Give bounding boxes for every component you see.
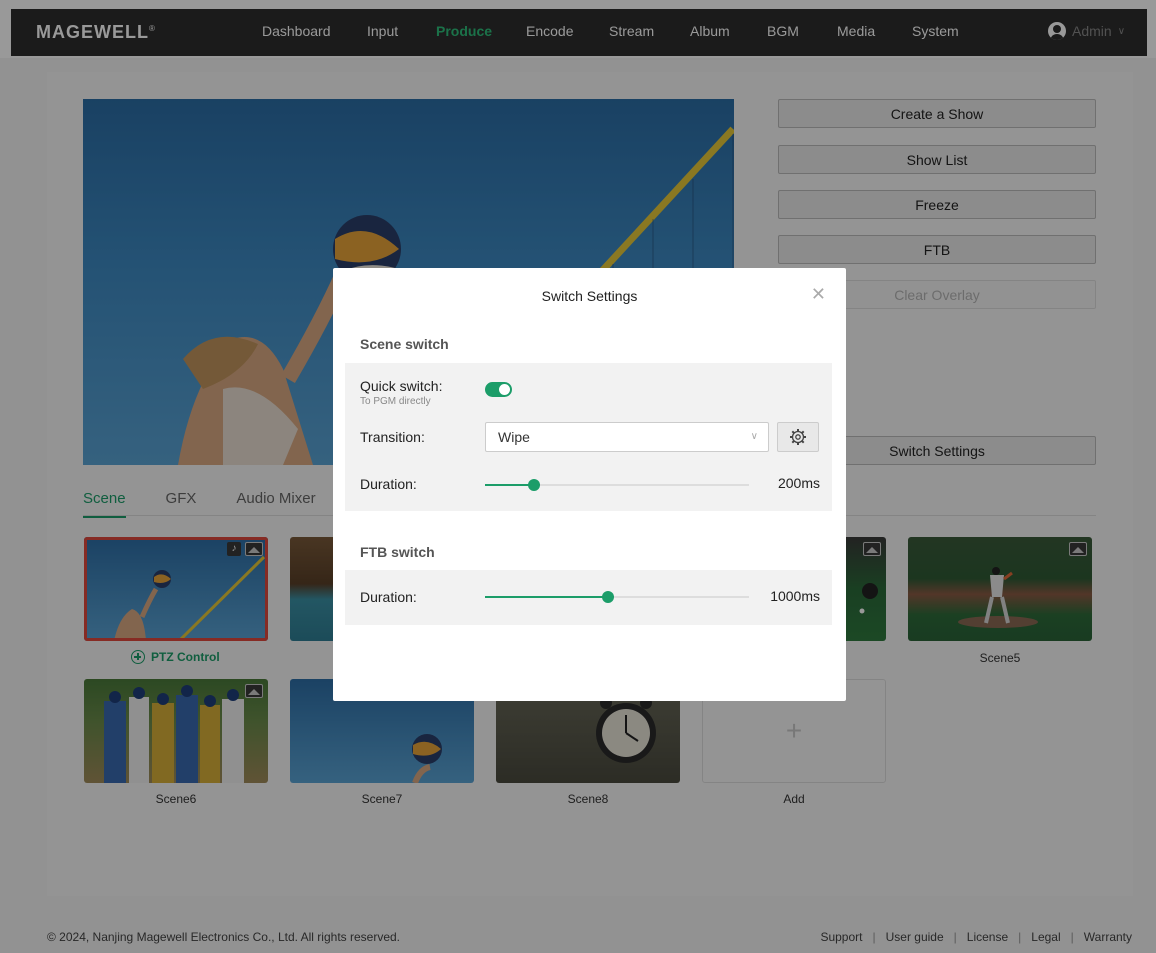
transition-settings-button[interactable] (777, 422, 819, 452)
scene-switch-section: Quick switch: To PGM directly Transition… (345, 363, 832, 511)
slider-fill (485, 596, 608, 598)
transition-value: Wipe (498, 429, 530, 445)
ftb-duration-value: 1000ms (770, 588, 820, 604)
ftb-duration-label: Duration: (360, 589, 417, 605)
quick-switch-hint: To PGM directly (360, 396, 431, 407)
switch-settings-dialog: Switch Settings ✕ Scene switch Quick swi… (333, 268, 846, 701)
dialog-title: Switch Settings (541, 288, 638, 304)
ftb-switch-section: Duration: 1000ms (345, 570, 832, 625)
slider-fill (485, 484, 534, 486)
transition-label: Transition: (360, 429, 425, 445)
quick-switch-toggle[interactable] (485, 382, 512, 397)
close-icon[interactable]: ✕ (811, 284, 826, 305)
quick-switch-label: Quick switch: (360, 378, 443, 394)
ftb-duration-slider[interactable] (485, 591, 749, 603)
transition-select[interactable]: Wipe ∨ (485, 422, 769, 452)
scene-switch-heading: Scene switch (360, 336, 449, 352)
ftb-switch-heading: FTB switch (360, 544, 435, 560)
scene-duration-value: 200ms (777, 475, 820, 491)
gear-icon (790, 429, 806, 445)
scene-duration-slider[interactable] (485, 479, 749, 491)
chevron-down-icon: ∨ (750, 431, 758, 442)
slider-handle[interactable] (601, 591, 614, 603)
scene-duration-label: Duration: (360, 476, 417, 492)
slider-handle[interactable] (527, 479, 540, 491)
